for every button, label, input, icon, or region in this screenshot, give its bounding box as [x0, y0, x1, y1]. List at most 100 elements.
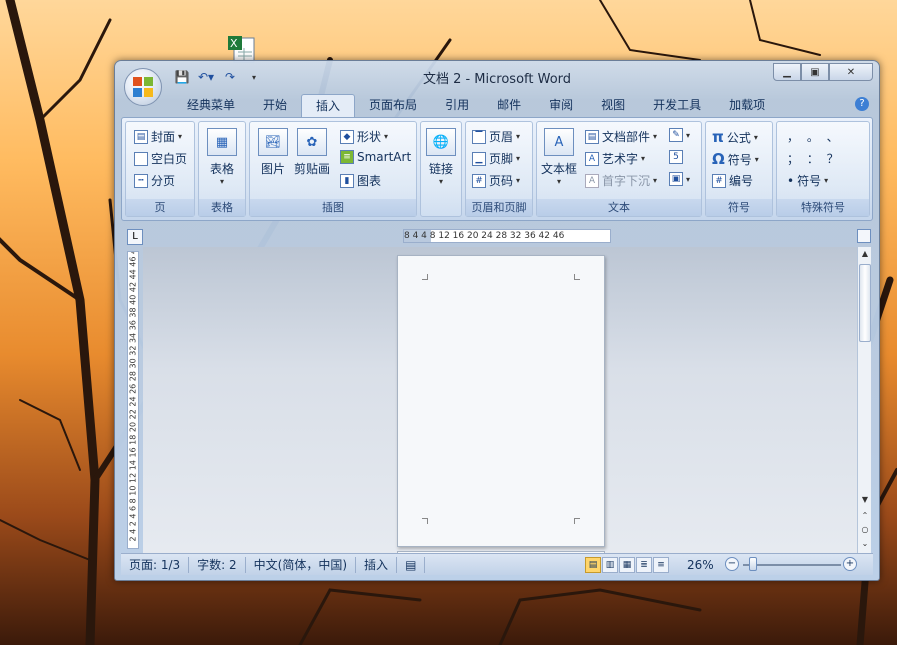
- special-symbols-row-1[interactable]: ， 。 、: [787, 128, 841, 145]
- page-number-button[interactable]: # 页码 ▾: [472, 172, 520, 189]
- tab-home[interactable]: 开始: [249, 94, 301, 118]
- group-label-special-symbols: 特殊符号: [777, 199, 869, 216]
- links-button[interactable]: 🌐 链接 ▾: [426, 128, 456, 186]
- group-tables: ▦ 表格 ▾ 表格: [198, 121, 246, 217]
- view-buttons: ▤ ▥ ▦ ≣ ≡: [585, 557, 670, 573]
- tab-insert[interactable]: 插入: [301, 94, 356, 118]
- next-page-icon[interactable]: ⌄: [858, 537, 872, 551]
- save-icon[interactable]: 💾: [173, 69, 191, 85]
- special-symbol-button[interactable]: • 符号 ▾: [787, 172, 828, 189]
- group-pages: ▤ 封面 ▾ 空白页 ┅ 分页 页: [125, 121, 195, 217]
- textbox-button[interactable]: A 文本框 ▾: [541, 128, 577, 186]
- blank-page-button[interactable]: 空白页: [134, 150, 187, 167]
- zoom-in-button[interactable]: +: [843, 557, 857, 571]
- scroll-down-icon[interactable]: ▼: [858, 493, 872, 507]
- numbering-icon: #: [712, 173, 726, 188]
- browse-object-icon[interactable]: ○: [858, 523, 872, 537]
- group-label-text: 文本: [537, 199, 701, 216]
- numbering-button[interactable]: # 编号: [712, 172, 753, 189]
- wordart-icon: A: [585, 151, 599, 166]
- word-window: 文档 2 - Microsoft Word ▁ ▣ ✕ 💾 ↶▾ ↷ ▾ 经典菜…: [114, 60, 880, 581]
- status-language[interactable]: 中文(简体，中国): [246, 556, 357, 573]
- document-area[interactable]: [143, 247, 857, 557]
- view-ruler-icon[interactable]: [857, 229, 871, 243]
- page-break-button[interactable]: ┅ 分页: [134, 172, 175, 189]
- table-button[interactable]: ▦ 表格 ▾: [207, 128, 237, 186]
- customize-qat-icon[interactable]: ▾: [245, 69, 263, 85]
- group-special-symbols: ， 。 、 ； ： ？ • 符号 ▾ 特殊符号: [776, 121, 870, 217]
- tab-add-ins[interactable]: 加载项: [715, 94, 779, 118]
- scroll-up-icon[interactable]: ▲: [858, 247, 872, 261]
- tab-page-layout[interactable]: 页面布局: [355, 94, 431, 118]
- full-screen-reading-view-icon[interactable]: ▥: [602, 557, 618, 573]
- outline-view-icon[interactable]: ≣: [636, 557, 652, 573]
- omega-icon: Ω: [712, 150, 725, 168]
- redo-icon[interactable]: ↷: [221, 69, 239, 85]
- footer-button[interactable]: ▁ 页脚 ▾: [472, 150, 520, 167]
- ruler-bar: L 8 4 4 8 12 16 20 24 28 32 36 42 46: [121, 225, 873, 247]
- vertical-scrollbar[interactable]: ▲ ▼ ⌃ ○ ⌄: [857, 247, 871, 553]
- chart-icon: ▮: [340, 173, 354, 188]
- shapes-button[interactable]: ◆ 形状 ▾: [340, 128, 388, 145]
- tab-mailings[interactable]: 邮件: [483, 94, 535, 118]
- shapes-icon: ◆: [340, 129, 354, 144]
- dropcap-button[interactable]: A 首字下沉 ▾: [585, 172, 657, 189]
- office-button[interactable]: [124, 68, 162, 106]
- tab-view[interactable]: 视图: [587, 94, 639, 118]
- clipart-button[interactable]: ✿ 剪贴画: [294, 128, 330, 177]
- group-header-footer: ▔ 页眉 ▾ ▁ 页脚 ▾ # 页码 ▾ 页眉和页脚: [465, 121, 533, 217]
- tab-review[interactable]: 审阅: [535, 94, 587, 118]
- dropcap-icon: A: [585, 173, 599, 188]
- horizontal-ruler[interactable]: 8 4 4 8 12 16 20 24 28 32 36 42 46: [403, 229, 611, 243]
- special-symbols-row-2[interactable]: ； ： ？: [787, 150, 841, 167]
- symbol-button[interactable]: Ω 符号 ▾: [712, 150, 759, 168]
- smartart-button[interactable]: ≡ SmartArt: [340, 150, 411, 164]
- zoom-slider-track[interactable]: [743, 564, 841, 566]
- zoom-slider-thumb[interactable]: [749, 557, 757, 571]
- group-label-symbols: 符号: [706, 199, 772, 216]
- header-button[interactable]: ▔ 页眉 ▾: [472, 128, 520, 145]
- document-page[interactable]: [397, 255, 605, 547]
- macro-record-icon[interactable]: ▤: [397, 556, 426, 573]
- close-button[interactable]: ✕: [829, 63, 873, 81]
- equation-button[interactable]: π 公式 ▾: [712, 128, 758, 146]
- status-page[interactable]: 页面: 1/3: [121, 556, 190, 573]
- tab-references[interactable]: 引用: [431, 94, 483, 118]
- quick-parts-button[interactable]: ▤ 文档部件 ▾: [585, 128, 657, 145]
- bullet-icon: •: [787, 173, 795, 188]
- group-illustrations: 🏞 图片 ✿ 剪贴画 ◆ 形状 ▾ ≡ SmartArt ▮ 图表 插图: [249, 121, 417, 217]
- undo-icon[interactable]: ↶▾: [197, 69, 215, 85]
- group-label-tables: 表格: [199, 199, 245, 216]
- previous-page-icon[interactable]: ⌃: [858, 509, 872, 523]
- zoom-level[interactable]: 26%: [687, 557, 714, 573]
- date-time-icon[interactable]: 5: [669, 150, 683, 164]
- web-layout-view-icon[interactable]: ▦: [619, 557, 635, 573]
- tab-selector-button[interactable]: L: [127, 229, 143, 245]
- signature-line-icon[interactable]: ✎ ▾: [669, 128, 690, 142]
- status-insert-mode[interactable]: 插入: [356, 556, 398, 573]
- wordart-button[interactable]: A 艺术字 ▾: [585, 150, 645, 167]
- page-number-icon: #: [472, 173, 486, 188]
- tab-classic-menu[interactable]: 经典菜单: [173, 94, 249, 118]
- minimize-button[interactable]: ▁: [773, 63, 801, 81]
- group-symbols: π 公式 ▾ Ω 符号 ▾ # 编号 符号: [705, 121, 773, 217]
- print-layout-view-icon[interactable]: ▤: [585, 557, 601, 573]
- help-icon[interactable]: ?: [855, 97, 869, 111]
- tab-developer[interactable]: 开发工具: [639, 94, 715, 118]
- svg-text:X: X: [230, 37, 238, 50]
- links-globe-icon: 🌐: [426, 128, 456, 156]
- chart-button[interactable]: ▮ 图表: [340, 172, 381, 189]
- cover-page-icon: ▤: [134, 129, 148, 144]
- group-label-header-footer: 页眉和页脚: [466, 199, 532, 216]
- status-word-count[interactable]: 字数: 2: [189, 556, 246, 573]
- cover-page-button[interactable]: ▤ 封面 ▾: [134, 128, 182, 145]
- scroll-thumb[interactable]: [859, 264, 871, 342]
- vertical-ruler[interactable]: 2 4 2 4 6 8 10 12 14 16 18 20 22 24 26 2…: [127, 251, 139, 549]
- restore-button[interactable]: ▣: [801, 63, 829, 81]
- picture-button[interactable]: 🏞 图片: [258, 128, 288, 177]
- group-text: A 文本框 ▾ ▤ 文档部件 ▾ A 艺术字 ▾ A 首字下沉 ▾ ✎ ▾ 5 ▣ ▾ 文本: [536, 121, 702, 217]
- zoom-out-button[interactable]: −: [725, 557, 739, 571]
- draft-view-icon[interactable]: ≡: [653, 557, 669, 573]
- clipart-icon: ✿: [297, 128, 327, 156]
- object-icon[interactable]: ▣ ▾: [669, 172, 690, 186]
